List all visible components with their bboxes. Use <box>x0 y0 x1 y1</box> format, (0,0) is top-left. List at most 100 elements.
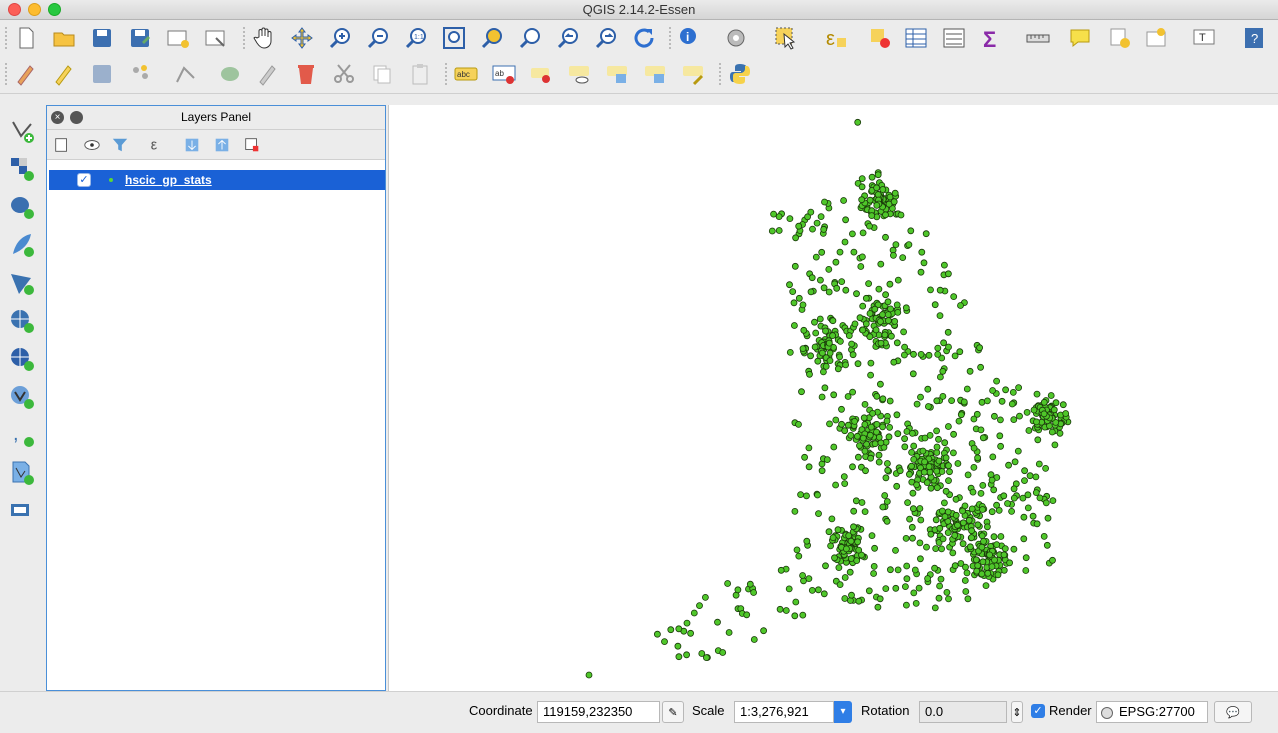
toggle-extents-icon[interactable]: ✎ <box>662 701 684 723</box>
current-edits-icon[interactable] <box>12 60 40 88</box>
text-annotation-icon[interactable]: T <box>1190 24 1218 52</box>
node-edit-icon[interactable] <box>254 60 282 88</box>
window-close-button[interactable] <box>8 3 21 16</box>
render-checkbox[interactable]: ✓ <box>1031 704 1045 718</box>
field-calculator-icon[interactable]: Σ <box>978 24 1006 52</box>
deselect-features-icon[interactable] <box>866 24 894 52</box>
move-feature-icon[interactable] <box>216 60 244 88</box>
cut-features-icon[interactable] <box>330 60 358 88</box>
statistical-summary-icon[interactable] <box>940 24 968 52</box>
open-project-icon[interactable] <box>50 24 78 52</box>
gp-point <box>859 326 867 334</box>
layer-labeling-icon[interactable]: abc <box>452 60 480 88</box>
zoom-to-selection-icon[interactable] <box>478 24 506 52</box>
copy-features-icon[interactable] <box>368 60 396 88</box>
add-wfs-layer-icon[interactable] <box>8 382 36 412</box>
expand-all-icon[interactable] <box>181 135 203 155</box>
refresh-icon[interactable] <box>630 24 658 52</box>
gp-point <box>954 521 961 529</box>
toolbar-grip[interactable] <box>4 26 8 50</box>
layer-visibility-checkbox[interactable]: ✓ <box>77 173 91 187</box>
show-bookmarks-icon[interactable] <box>1142 24 1170 52</box>
toolbar-grip[interactable] <box>718 62 722 86</box>
identify-features-icon[interactable]: i <box>676 24 704 52</box>
layer-item-hscic-gp-stats[interactable]: ✓ hscic_gp_stats <box>49 170 385 190</box>
scale-dropdown-icon[interactable]: ▾ <box>834 701 852 723</box>
add-wcs-layer-icon[interactable] <box>8 344 36 374</box>
move-label-icon[interactable] <box>604 60 632 88</box>
pan-to-selection-icon[interactable] <box>288 24 316 52</box>
add-wms-layer-icon[interactable] <box>8 306 36 336</box>
toolbar-grip[interactable] <box>444 62 448 86</box>
toggle-editing-icon[interactable] <box>50 60 78 88</box>
highlight-pinned-labels-icon[interactable]: ab <box>490 60 518 88</box>
show-hide-labels-icon[interactable] <box>566 60 594 88</box>
gp-point <box>853 557 861 565</box>
add-vector-layer-icon[interactable] <box>8 116 36 146</box>
new-shapefile-layer-icon[interactable] <box>8 458 36 488</box>
gp-point <box>942 454 950 462</box>
add-postgis-layer-icon[interactable] <box>8 192 36 222</box>
remove-layer-icon[interactable] <box>241 135 263 155</box>
gp-point <box>910 589 918 597</box>
help-icon[interactable]: ? <box>1240 24 1268 52</box>
map-canvas[interactable] <box>388 105 1278 691</box>
rotate-label-icon[interactable] <box>642 60 670 88</box>
map-tips-icon[interactable] <box>1066 24 1094 52</box>
save-layer-edits-icon[interactable] <box>88 60 116 88</box>
rotation-stepper-icon[interactable]: ⇕ <box>1011 701 1023 723</box>
gp-point <box>891 189 899 197</box>
delete-selected-icon[interactable] <box>292 60 320 88</box>
gp-point <box>990 533 998 541</box>
zoom-native-icon[interactable]: 1:1 <box>402 24 430 52</box>
toolbar-grip[interactable] <box>4 62 8 86</box>
open-attribute-table-icon[interactable] <box>902 24 930 52</box>
scale-field[interactable]: 1:3,276,921 <box>734 701 834 723</box>
composer-manager-icon[interactable] <box>202 24 230 52</box>
manage-visibility-icon[interactable] <box>81 135 103 155</box>
paste-features-icon[interactable] <box>406 60 434 88</box>
pin-labels-icon[interactable] <box>528 60 556 88</box>
zoom-last-icon[interactable] <box>554 24 582 52</box>
select-features-icon[interactable] <box>772 24 800 52</box>
add-feature-icon[interactable] <box>126 60 154 88</box>
rotation-field[interactable]: 0.0 <box>919 701 1007 723</box>
new-print-composer-icon[interactable] <box>164 24 192 52</box>
zoom-full-icon[interactable] <box>440 24 468 52</box>
filter-legend-icon[interactable] <box>109 135 131 155</box>
pan-map-icon[interactable] <box>250 24 278 52</box>
node-tool-icon[interactable] <box>172 60 200 88</box>
collapse-all-icon[interactable] <box>211 135 233 155</box>
zoom-to-layer-icon[interactable] <box>516 24 544 52</box>
add-raster-layer-icon[interactable] <box>8 154 36 184</box>
save-project-icon[interactable] <box>88 24 116 52</box>
gp-point <box>770 210 778 218</box>
messages-icon[interactable]: 💬 <box>1214 701 1252 723</box>
gp-point <box>910 442 918 450</box>
coordinate-field[interactable]: 119159,232350 <box>537 701 660 723</box>
python-console-icon[interactable] <box>726 60 754 88</box>
open-layer-styling-icon[interactable] <box>51 135 73 155</box>
zoom-next-icon[interactable] <box>592 24 620 52</box>
gp-point <box>993 501 1000 509</box>
save-as-icon[interactable] <box>126 24 154 52</box>
add-mssql-layer-icon[interactable] <box>8 268 36 298</box>
toolbar-grip[interactable] <box>668 26 672 50</box>
run-feature-action-icon[interactable] <box>722 24 750 52</box>
add-spatialite-layer-icon[interactable] <box>8 230 36 260</box>
new-project-icon[interactable] <box>12 24 40 52</box>
filter-by-expression-icon[interactable]: ε <box>147 135 169 155</box>
add-virtual-layer-icon[interactable] <box>8 496 36 526</box>
toolbar-grip[interactable] <box>242 26 246 50</box>
zoom-out-icon[interactable] <box>364 24 392 52</box>
new-bookmark-icon[interactable] <box>1106 24 1134 52</box>
measure-line-icon[interactable] <box>1024 24 1052 52</box>
change-label-icon[interactable] <box>680 60 708 88</box>
gp-point <box>842 361 850 369</box>
gp-point <box>951 352 959 360</box>
add-delimited-text-layer-icon[interactable]: , <box>8 420 36 450</box>
window-maximize-button[interactable] <box>48 3 61 16</box>
select-by-expression-icon[interactable]: ε <box>822 24 850 52</box>
window-minimize-button[interactable] <box>28 3 41 16</box>
zoom-in-icon[interactable] <box>326 24 354 52</box>
